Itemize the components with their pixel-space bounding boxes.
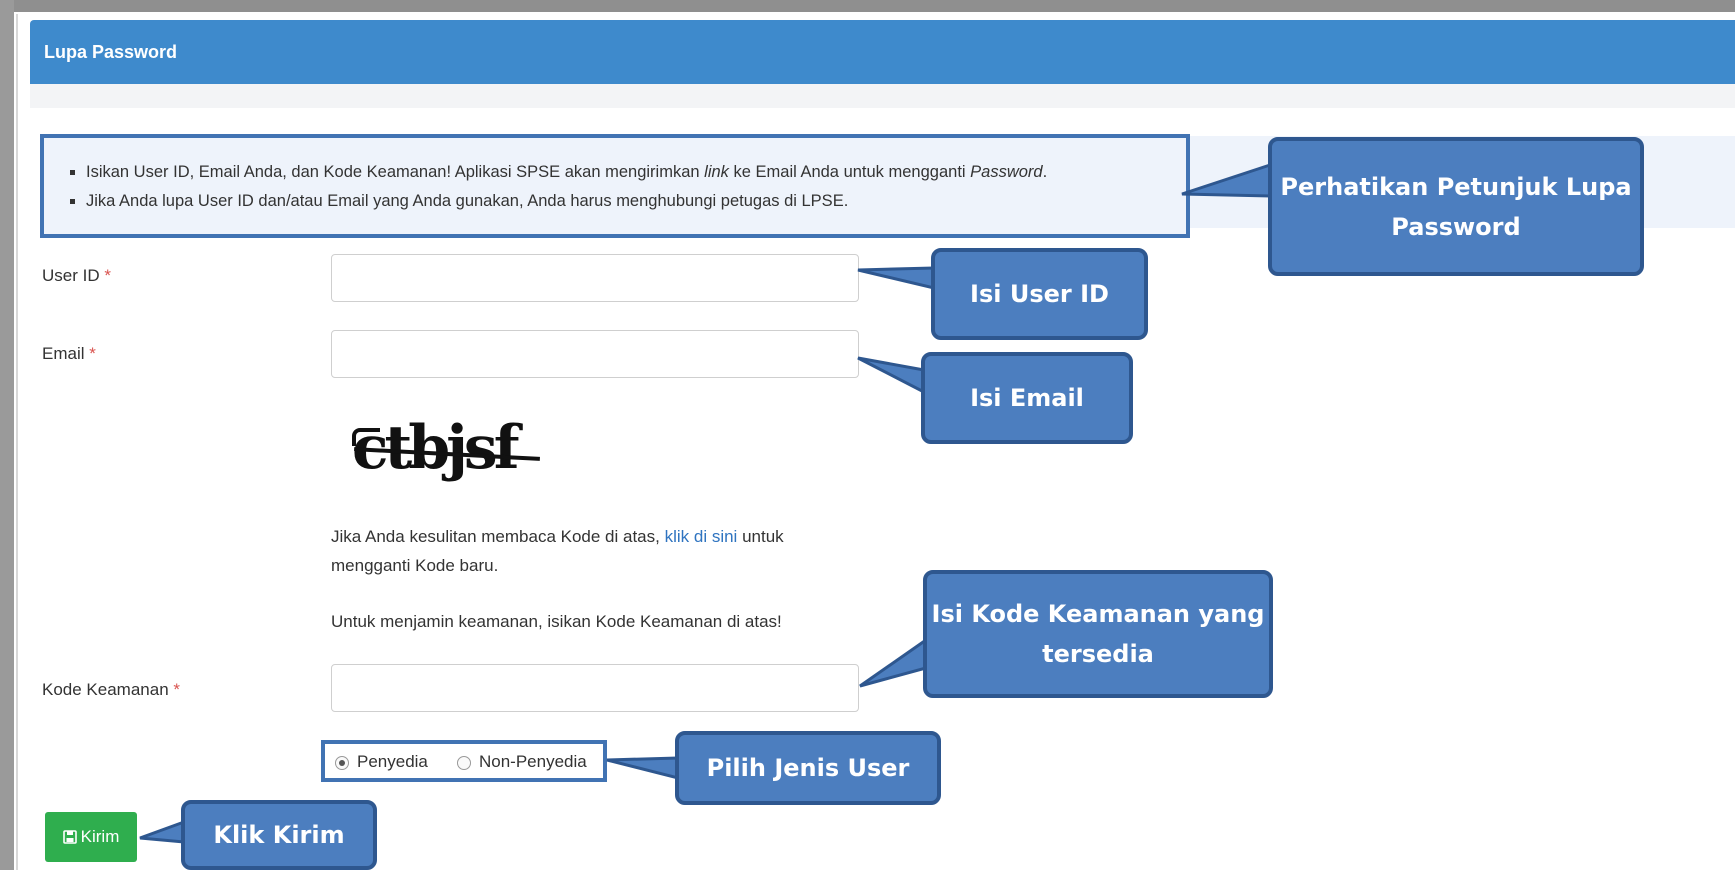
callout-kode-keamanan: Isi Kode Keamanan yang tersedia bbox=[923, 570, 1273, 698]
callout-jenis-user: Pilih Jenis User bbox=[675, 731, 941, 805]
callout-kirim: Klik Kirim bbox=[181, 800, 377, 870]
callout-user-id: Isi User ID bbox=[931, 248, 1148, 340]
callout-email: Isi Email bbox=[921, 352, 1133, 444]
callout-petunjuk: Perhatikan Petunjuk Lupa Password bbox=[1268, 137, 1644, 276]
